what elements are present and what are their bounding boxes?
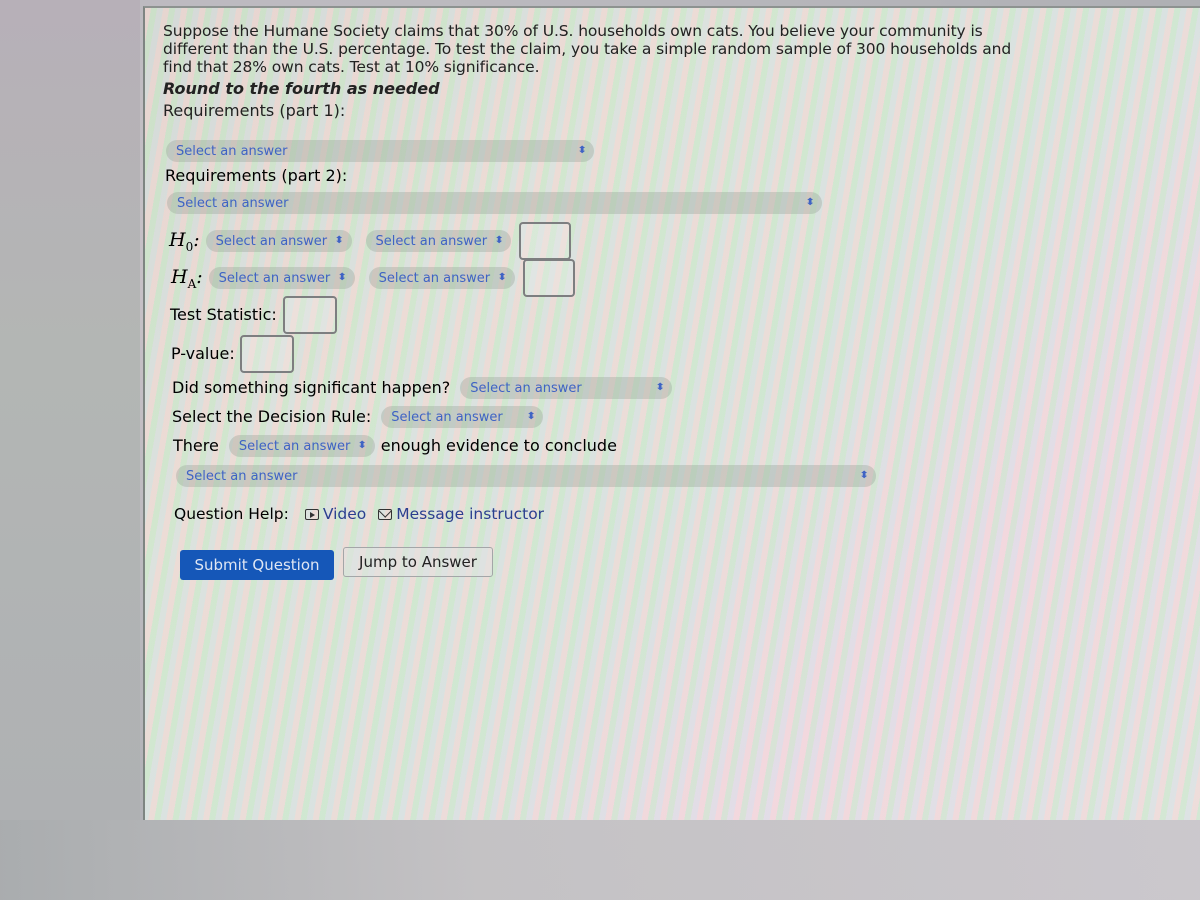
select-value: Select an answer	[391, 409, 503, 425]
play-box-icon	[304, 509, 319, 520]
h0-label: H0:	[169, 228, 200, 254]
p-value-input[interactable]	[239, 335, 294, 373]
select-arrow-icon: ⬍	[576, 145, 587, 156]
select-arrow-icon: ⬍	[497, 272, 508, 283]
conclusion-final-select[interactable]: Select an answer ⬍	[176, 465, 876, 487]
conclusion-suffix: enough evidence to conclude	[380, 436, 617, 455]
select-value: Select an answer	[238, 438, 351, 454]
ha-parameter-select[interactable]: Select an answer ⬍	[208, 267, 355, 289]
h0-value-input[interactable]	[519, 222, 572, 260]
select-value: Select an answer	[470, 380, 582, 396]
requirements-part2-label: Requirements (part 2):	[165, 166, 348, 185]
requirements-part1-select[interactable]: Select an answer ⬍	[166, 140, 594, 162]
select-arrow-icon: ⬍	[804, 197, 815, 208]
question-help-label: Question Help:	[174, 505, 289, 523]
question-line-3: find that 28% own cats. Test at 10% sign…	[163, 58, 540, 76]
question-line-2: different than the U.S. percentage. To t…	[163, 40, 1012, 58]
h0-operator-select[interactable]: Select an answer ⬍	[365, 230, 512, 252]
significance-label: Did something significant happen?	[172, 378, 451, 397]
submit-question-button[interactable]: Submit Question	[180, 550, 334, 580]
select-arrow-icon: ⬍	[858, 470, 869, 481]
rounding-note: Round to the fourth as needed	[163, 79, 440, 98]
video-link-label: Video	[322, 505, 367, 523]
test-statistic-label: Test Statistic:	[170, 305, 277, 324]
select-value: Select an answer	[218, 270, 331, 286]
select-arrow-icon: ⬍	[655, 382, 666, 393]
jump-to-answer-button[interactable]: Jump to Answer	[343, 547, 493, 577]
ha-label: HA:	[171, 265, 203, 291]
p-value-label: P-value:	[171, 344, 235, 363]
message-instructor-link[interactable]: Message instructor	[378, 505, 544, 523]
select-arrow-icon: ⬍	[494, 235, 505, 246]
question-line-1: Suppose the Humane Society claims that 3…	[163, 22, 983, 40]
decision-rule-label: Select the Decision Rule:	[172, 407, 372, 426]
select-arrow-icon: ⬍	[525, 411, 537, 422]
select-value: Select an answer	[215, 233, 328, 249]
select-value: Select an answer	[177, 195, 289, 211]
question-content: Suppose the Humane Society claims that 3…	[163, 22, 1023, 122]
requirements-part2-select[interactable]: Select an answer ⬍	[167, 192, 822, 214]
select-arrow-icon: ⬍	[334, 235, 345, 246]
test-statistic-input[interactable]	[282, 296, 337, 334]
h0-parameter-select[interactable]: Select an answer ⬍	[205, 230, 352, 252]
select-value: Select an answer	[186, 468, 298, 484]
background-left	[0, 0, 140, 900]
ha-operator-select[interactable]: Select an answer ⬍	[368, 267, 515, 289]
background-bottom	[0, 820, 1200, 900]
significance-select[interactable]: Select an answer ⬍	[460, 377, 673, 399]
requirements-part1-label: Requirements (part 1):	[163, 101, 346, 120]
message-instructor-label: Message instructor	[396, 505, 545, 523]
select-arrow-icon: ⬍	[337, 272, 348, 283]
ha-value-input[interactable]	[522, 259, 575, 297]
conclusion-evidence-select[interactable]: Select an answer ⬍	[228, 435, 375, 457]
select-value: Select an answer	[375, 233, 488, 249]
select-value: Select an answer	[378, 270, 491, 286]
select-value: Select an answer	[176, 143, 288, 159]
envelope-icon	[378, 509, 393, 520]
video-link[interactable]: Video	[304, 505, 367, 523]
conclusion-prefix: There	[173, 436, 219, 455]
decision-rule-select[interactable]: Select an answer ⬍	[381, 406, 544, 428]
select-arrow-icon: ⬍	[357, 440, 368, 451]
